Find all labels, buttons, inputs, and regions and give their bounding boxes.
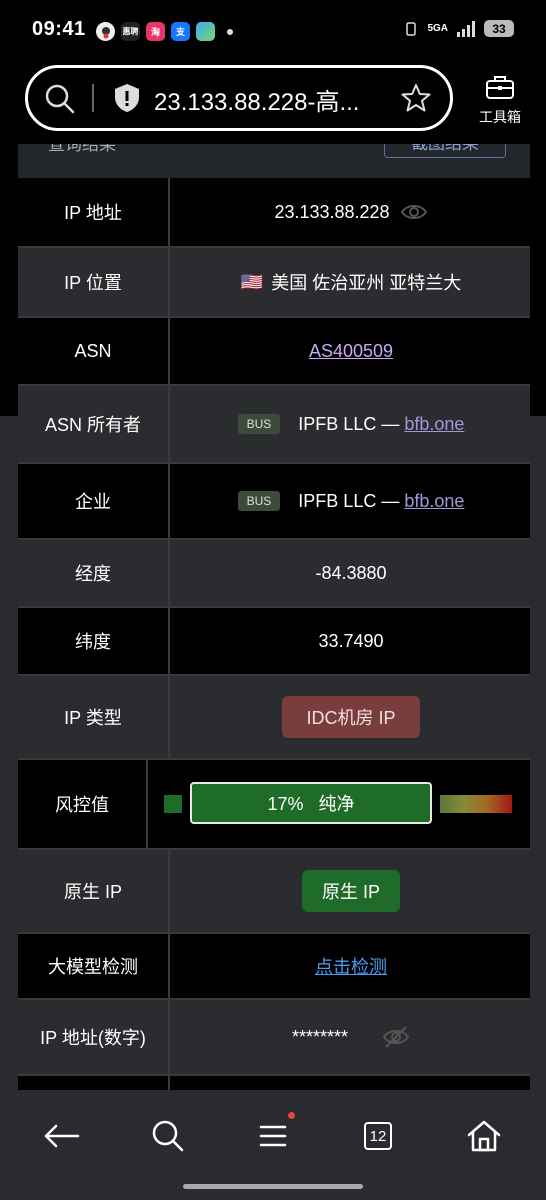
row-label: IP 地址	[18, 178, 170, 246]
table-row-latitude: 纬度 33.7490	[18, 608, 530, 676]
eye-icon[interactable]	[400, 202, 428, 222]
business-badge: BUS	[237, 491, 281, 511]
row-label-empty	[18, 1076, 170, 1090]
row-label: 风控值	[18, 760, 148, 848]
us-flag-icon: 🇺🇸	[240, 271, 264, 292]
search-icon[interactable]	[44, 83, 76, 120]
browser-toolbar: 23.133.88.228-高... 工具箱	[0, 62, 546, 144]
menu-notification-dot	[288, 1112, 295, 1119]
risk-scale-left	[164, 795, 182, 813]
address-bar[interactable]: 23.133.88.228-高...	[25, 65, 453, 131]
search-button[interactable]	[146, 1114, 190, 1158]
latitude-value: 33.7490	[318, 630, 384, 651]
row-label: 经度	[18, 540, 170, 606]
table-row-longitude: 经度 -84.3880	[18, 540, 530, 608]
app-icon-5	[196, 22, 215, 41]
search-icon	[152, 1120, 184, 1152]
back-arrow-icon	[44, 1124, 80, 1148]
company-link[interactable]: bfb.one	[404, 491, 464, 512]
network-label: 5GA	[427, 23, 448, 34]
eye-off-icon[interactable]	[382, 1025, 410, 1049]
results-header: 查询结果 截图结果	[18, 144, 530, 178]
table-row-ip-type: IP 类型 IDC机房 IP	[18, 676, 530, 760]
ip-type-badge: IDC机房 IP	[282, 696, 420, 738]
menu-icon	[259, 1125, 287, 1147]
table-row-risk-score: 风控值 17% 纯净	[18, 760, 530, 850]
tabs-button[interactable]: 12	[356, 1114, 400, 1158]
tabs-count-icon: 12	[364, 1122, 392, 1150]
screenshot-result-button[interactable]: 截图结果	[384, 144, 506, 158]
table-row-ip-address: IP 地址 23.133.88.228	[18, 178, 530, 248]
signal-icon	[457, 20, 475, 37]
row-label: 原生 IP	[18, 850, 170, 932]
web-content: 查询结果 截图结果 IP 地址 23.133.88.228 IP 位置 🇺🇸 美…	[0, 144, 546, 1090]
row-label: 企业	[18, 464, 170, 538]
vibrate-icon	[406, 21, 417, 36]
status-bar: 09:41 惠聘 淘 支 5GA 33	[0, 0, 546, 62]
battery-indicator: 33	[484, 20, 514, 37]
app-icon-2: 惠聘	[121, 22, 140, 41]
table-row-partial	[18, 1076, 530, 1090]
table-row-llm-check: 大模型检测 点击检测	[18, 934, 530, 1000]
row-label: ASN	[18, 318, 170, 384]
risk-scale-gradient	[440, 795, 512, 813]
longitude-value: -84.3880	[315, 562, 387, 583]
taobao-icon: 淘	[146, 22, 165, 41]
row-label: 大模型检测	[18, 934, 170, 998]
notification-icons: 惠聘 淘 支	[96, 22, 233, 41]
security-shield-icon[interactable]	[112, 82, 142, 119]
row-label: IP 类型	[18, 676, 170, 758]
bookmark-star-icon[interactable]	[400, 82, 432, 119]
home-icon	[467, 1120, 501, 1152]
ip-address-value: 23.133.88.228	[274, 201, 390, 222]
status-right: 5GA 33	[403, 20, 514, 37]
url-text[interactable]: 23.133.88.228-高...	[154, 82, 359, 117]
alipay-icon: 支	[171, 22, 190, 41]
table-row-asn: ASN AS400509	[18, 318, 530, 386]
row-label: IP 地址(数字)	[18, 1000, 170, 1074]
toolbox-icon	[486, 76, 514, 99]
table-row-native-ip: 原生 IP 原生 IP	[18, 850, 530, 934]
asn-owner-name: IPFB LLC —	[298, 413, 405, 434]
company-name: IPFB LLC —	[298, 490, 405, 511]
table-row-ip-location: IP 位置 🇺🇸 美国 佐治亚州 亚特兰大	[18, 248, 530, 318]
more-notifications-dot	[227, 28, 233, 35]
ip-numeric-masked-value: ********	[291, 1026, 349, 1047]
row-label: IP 位置	[18, 248, 170, 316]
menu-button[interactable]	[251, 1114, 295, 1158]
qq-icon	[96, 22, 115, 41]
llm-check-link[interactable]: 点击检测	[315, 953, 387, 979]
address-separator	[92, 84, 94, 112]
risk-score-text: 17% 纯净	[267, 794, 355, 814]
toolbox-button[interactable]: 工具箱	[470, 74, 530, 127]
table-row-asn-owner: ASN 所有者 BUS IPFB LLC — bfb.one	[18, 386, 530, 464]
home-button[interactable]	[462, 1114, 506, 1158]
risk-score-bar: 17% 纯净	[190, 782, 432, 824]
row-label: 纬度	[18, 608, 170, 674]
status-time: 09:41	[32, 18, 86, 40]
back-button[interactable]	[40, 1114, 84, 1158]
table-row-company: 企业 BUS IPFB LLC — bfb.one	[18, 464, 530, 540]
ip-location-value: 美国 佐治亚州 亚特兰大	[271, 273, 462, 293]
asn-owner-link[interactable]: bfb.one	[404, 414, 464, 435]
results-title: 查询结果	[48, 144, 116, 154]
row-label: ASN 所有者	[18, 386, 170, 462]
table-row-ip-numeric: IP 地址(数字) ********	[18, 1000, 530, 1076]
native-ip-badge: 原生 IP	[301, 870, 400, 912]
asn-link[interactable]: AS400509	[309, 341, 393, 362]
business-badge: BUS	[237, 414, 281, 434]
gesture-home-indicator[interactable]	[183, 1184, 363, 1189]
toolbox-label: 工具箱	[479, 109, 521, 125]
